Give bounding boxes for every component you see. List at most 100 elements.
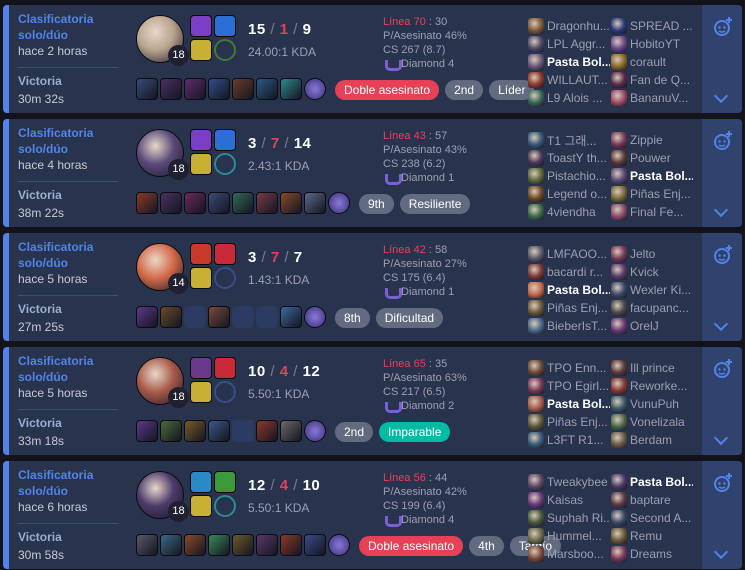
- item-slot[interactable]: [184, 534, 206, 556]
- player-row[interactable]: Piñas Enj...: [611, 185, 693, 203]
- player-row[interactable]: Piñas Enj...: [528, 299, 610, 317]
- player-row[interactable]: Fan de Q...: [611, 71, 693, 89]
- player-name[interactable]: facupanc...: [630, 301, 693, 315]
- player-name[interactable]: SPREAD ...: [630, 19, 693, 33]
- player-name[interactable]: Tweakybee: [547, 475, 610, 489]
- item-slot[interactable]: [208, 306, 230, 328]
- player-row[interactable]: BananuV...: [611, 89, 693, 107]
- player-name[interactable]: Piñas Enj...: [547, 301, 610, 315]
- player-row[interactable]: Pasta Bol...: [611, 473, 693, 491]
- player-name[interactable]: Zippie: [630, 133, 693, 147]
- champion-portrait[interactable]: 18: [136, 15, 189, 66]
- player-row[interactable]: Legend o...: [528, 185, 610, 203]
- player-name[interactable]: baptare: [630, 493, 693, 507]
- player-row[interactable]: ToastY th...: [528, 149, 610, 167]
- add-match-icon[interactable]: [710, 243, 734, 267]
- player-name[interactable]: LMFAOO...: [547, 247, 610, 261]
- add-match-icon[interactable]: [710, 15, 734, 39]
- item-slot[interactable]: [160, 534, 182, 556]
- player-row[interactable]: Remu: [611, 527, 693, 545]
- expand-button[interactable]: [702, 289, 742, 341]
- item-slot[interactable]: [304, 534, 326, 556]
- player-row[interactable]: Second A...: [611, 509, 693, 527]
- player-row[interactable]: Wexler Ki...: [611, 281, 693, 299]
- secondary-rune-icon[interactable]: [214, 381, 236, 403]
- item-slot[interactable]: [208, 420, 230, 442]
- player-row[interactable]: facupanc...: [611, 299, 693, 317]
- item-slot[interactable]: [160, 306, 182, 328]
- trinket-ward-icon[interactable]: [328, 192, 350, 214]
- add-match-icon[interactable]: [710, 129, 734, 153]
- player-name[interactable]: BananuV...: [630, 91, 693, 105]
- player-name[interactable]: Pasta Bol...: [547, 55, 610, 69]
- player-row[interactable]: T1 그래...: [528, 131, 610, 149]
- player-name[interactable]: 4viendha: [547, 205, 610, 219]
- player-name[interactable]: LPL Aggr...: [547, 37, 610, 51]
- player-row[interactable]: Dragonhu...: [528, 17, 610, 35]
- item-slot[interactable]: [280, 420, 302, 442]
- summoner-spell-2-icon[interactable]: [214, 243, 236, 265]
- player-name[interactable]: Piñas Enj...: [630, 187, 693, 201]
- item-slot[interactable]: [136, 306, 158, 328]
- player-row[interactable]: Hummel...: [528, 527, 610, 545]
- expand-button[interactable]: [702, 403, 742, 455]
- player-name[interactable]: Pasta Bol...: [547, 397, 610, 411]
- summoner-spell-1-icon[interactable]: [190, 15, 212, 37]
- secondary-rune-icon[interactable]: [214, 39, 236, 61]
- match-card[interactable]: Clasificatoria solo/dúo hace 6 horas Vic…: [3, 461, 742, 569]
- player-name[interactable]: WILLAUT...: [547, 73, 610, 87]
- player-row[interactable]: Kaisas: [528, 491, 610, 509]
- player-row[interactable]: Jelto: [611, 245, 693, 263]
- player-name[interactable]: corault: [630, 55, 693, 69]
- player-row[interactable]: Berdam: [611, 431, 693, 449]
- item-slot[interactable]: [304, 192, 326, 214]
- add-match-icon[interactable]: [710, 471, 734, 495]
- player-name[interactable]: Berdam: [630, 433, 693, 447]
- player-row[interactable]: 4viendha: [528, 203, 610, 221]
- item-slot[interactable]: [208, 192, 230, 214]
- item-slot[interactable]: [280, 192, 302, 214]
- item-slot[interactable]: [232, 306, 254, 328]
- player-name[interactable]: Kaisas: [547, 493, 610, 507]
- player-row[interactable]: LPL Aggr...: [528, 35, 610, 53]
- player-row[interactable]: Pistachio...: [528, 167, 610, 185]
- player-name[interactable]: Hummel...: [547, 529, 610, 543]
- primary-rune-icon[interactable]: [190, 267, 212, 289]
- player-row[interactable]: Kvick: [611, 263, 693, 281]
- trinket-ward-icon[interactable]: [328, 534, 350, 556]
- player-row[interactable]: Zippie: [611, 131, 693, 149]
- trinket-ward-icon[interactable]: [304, 420, 326, 442]
- item-slot[interactable]: [160, 78, 182, 100]
- primary-rune-icon[interactable]: [190, 495, 212, 517]
- player-name[interactable]: Reworke...: [630, 379, 693, 393]
- item-slot[interactable]: [136, 420, 158, 442]
- expand-button[interactable]: [702, 175, 742, 227]
- summoner-spell-2-icon[interactable]: [214, 15, 236, 37]
- player-name[interactable]: Suphah Ri...: [547, 511, 610, 525]
- expand-button[interactable]: [702, 61, 742, 113]
- item-slot[interactable]: [280, 306, 302, 328]
- player-row[interactable]: Vonelizala: [611, 413, 693, 431]
- player-row[interactable]: Pasta Bol...: [611, 167, 693, 185]
- item-slot[interactable]: [136, 192, 158, 214]
- summoner-spell-1-icon[interactable]: [190, 357, 212, 379]
- player-name[interactable]: BieberIsT...: [547, 319, 610, 333]
- match-card[interactable]: Clasificatoria solo/dúo hace 4 horas Vic…: [3, 119, 742, 227]
- player-name[interactable]: Remu: [630, 529, 693, 543]
- player-name[interactable]: Dreams: [630, 547, 693, 561]
- item-slot[interactable]: [184, 420, 206, 442]
- trinket-ward-icon[interactable]: [304, 78, 326, 100]
- summoner-spell-1-icon[interactable]: [190, 243, 212, 265]
- summoner-spell-1-icon[interactable]: [190, 129, 212, 151]
- item-slot[interactable]: [256, 78, 278, 100]
- player-row[interactable]: L9 Alois ...: [528, 89, 610, 107]
- secondary-rune-icon[interactable]: [214, 153, 236, 175]
- player-name[interactable]: Pistachio...: [547, 169, 610, 183]
- item-slot[interactable]: [136, 534, 158, 556]
- item-slot[interactable]: [208, 534, 230, 556]
- secondary-rune-icon[interactable]: [214, 495, 236, 517]
- champion-portrait[interactable]: 18: [136, 129, 189, 180]
- player-row[interactable]: WILLAUT...: [528, 71, 610, 89]
- item-slot[interactable]: [136, 78, 158, 100]
- player-row[interactable]: Piñas Enj...: [528, 413, 610, 431]
